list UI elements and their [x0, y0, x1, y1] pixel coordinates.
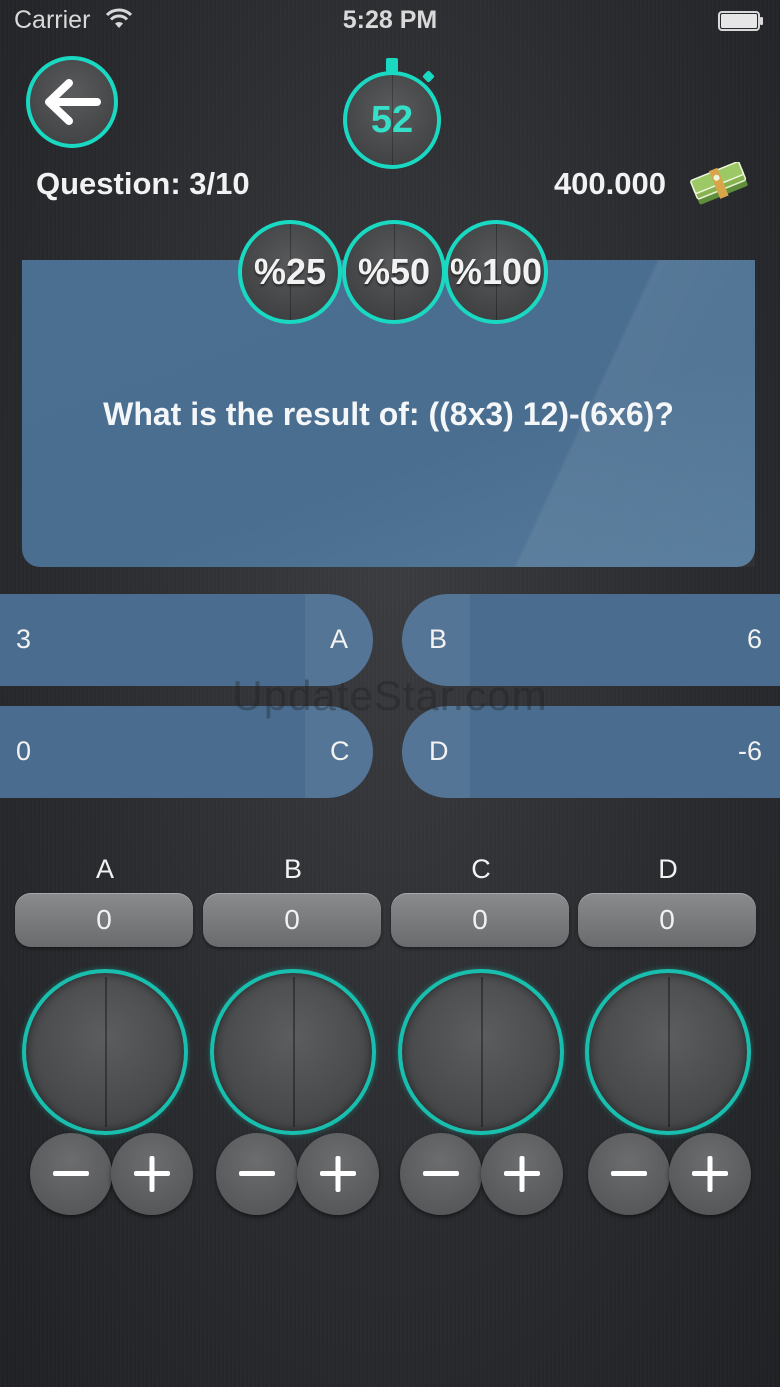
- bet-letter-c: C: [471, 854, 491, 884]
- lifeline-label: %25: [253, 251, 327, 292]
- bet-c-minus-button[interactable]: [400, 1133, 482, 1215]
- bet-dial-a[interactable]: [22, 969, 188, 1135]
- clock: 5:28 PM: [342, 6, 438, 34]
- timer-value: 52: [370, 98, 414, 141]
- lifeline-label: %50: [357, 251, 431, 292]
- answer-value: 3: [16, 624, 32, 654]
- timer-side-knob: [422, 70, 435, 83]
- score-value: 400.000: [553, 166, 666, 201]
- answer-value: 6: [746, 624, 762, 654]
- bet-letter-a: A: [95, 854, 114, 884]
- plus-icon: [320, 1156, 356, 1192]
- answer-letter: B: [429, 624, 448, 654]
- plus-icon: [692, 1156, 728, 1192]
- bet-b-plus-button[interactable]: [297, 1133, 379, 1215]
- bet-a-minus-button[interactable]: [30, 1133, 112, 1215]
- bet-dial-b[interactable]: [210, 969, 376, 1135]
- bet-amount-b: 0: [203, 893, 381, 947]
- lifeline-25-button[interactable]: %25: [238, 220, 342, 324]
- question-text: What is the result of: ((8x3) 12)-(6x6)?: [103, 396, 674, 432]
- bet-dial-d[interactable]: [585, 969, 751, 1135]
- watermark: UpdateStar.com: [232, 672, 548, 719]
- answer-letter: C: [330, 736, 350, 766]
- countdown-timer: 52: [343, 71, 441, 169]
- bet-amount-a: 0: [15, 893, 193, 947]
- status-bar: Carrier 5:28 PM: [0, 0, 780, 42]
- bet-d-plus-button[interactable]: [669, 1133, 751, 1215]
- lifeline-label: %100: [449, 251, 543, 292]
- minus-icon: [53, 1171, 89, 1176]
- answer-value: -6: [737, 736, 762, 766]
- answer-value: 0: [16, 736, 32, 766]
- bet-letter-b: B: [283, 854, 302, 884]
- answer-letter: A: [330, 624, 349, 654]
- plus-icon: [504, 1156, 540, 1192]
- bet-a-plus-button[interactable]: [111, 1133, 193, 1215]
- bet-b-minus-button[interactable]: [216, 1133, 298, 1215]
- plus-icon: [134, 1156, 170, 1192]
- answer-letter: D: [429, 736, 449, 766]
- arrow-left-icon: [45, 79, 101, 125]
- bet-dial-c[interactable]: [398, 969, 564, 1135]
- lifeline-100-button[interactable]: %100: [444, 220, 548, 324]
- bet-amount-c: 0: [391, 893, 569, 947]
- money-stack-icon: [690, 162, 748, 205]
- minus-icon: [423, 1171, 459, 1176]
- question-counter: Question: 3/10: [36, 166, 250, 201]
- bet-amount-d: 0: [578, 893, 756, 947]
- minus-icon: [239, 1171, 275, 1176]
- minus-icon: [611, 1171, 647, 1176]
- timer-knob: [386, 58, 398, 72]
- back-button[interactable]: [26, 56, 118, 148]
- bet-letter-d: D: [658, 854, 678, 884]
- battery-icon: [718, 11, 763, 31]
- bet-c-plus-button[interactable]: [481, 1133, 563, 1215]
- bet-d-minus-button[interactable]: [588, 1133, 670, 1215]
- lifeline-50-button[interactable]: %50: [342, 220, 446, 324]
